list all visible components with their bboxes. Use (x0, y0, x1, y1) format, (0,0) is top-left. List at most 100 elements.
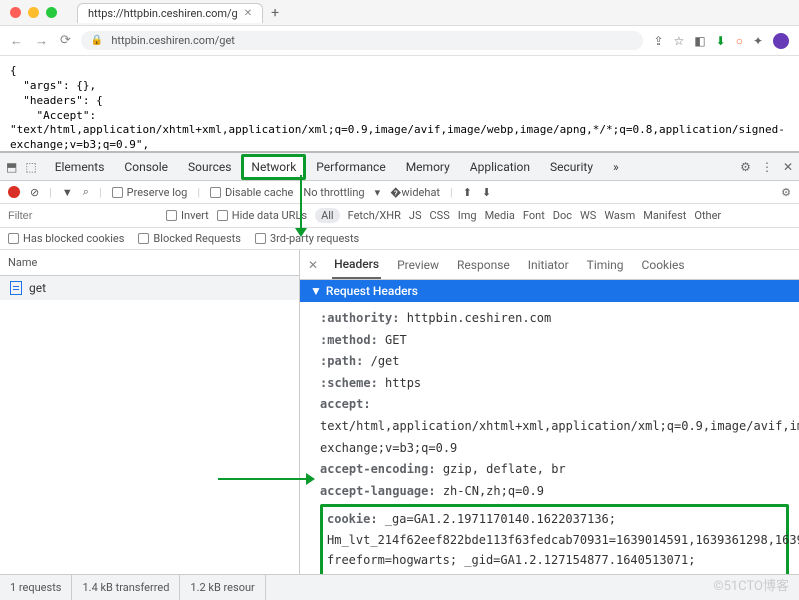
traffic-lights (10, 7, 57, 18)
reload-button[interactable]: ⟳ (60, 33, 71, 49)
upload-icon[interactable]: ⬆ (463, 186, 472, 199)
filter-all[interactable]: All (315, 208, 340, 223)
throttling-chevron-icon[interactable]: ▾ (375, 186, 381, 199)
profile-avatar[interactable] (773, 33, 789, 49)
annotation-arrowhead (295, 228, 307, 237)
filter-doc[interactable]: Doc (553, 209, 572, 222)
filter-media[interactable]: Media (485, 209, 515, 222)
browser-toolbar: ← → ⟳ 🔒 httpbin.ceshiren.com/get ⇪ ☆ ◧ ⬇… (0, 26, 799, 56)
detail-tab-cookies[interactable]: Cookies (640, 252, 687, 278)
address-bar[interactable]: 🔒 httpbin.ceshiren.com/get (81, 31, 644, 50)
request-name: get (29, 281, 46, 295)
inspect-icon[interactable]: ⬒ (6, 160, 17, 174)
tab-sources[interactable]: Sources (178, 154, 241, 180)
network-body: Name get ✕ Headers Preview Response Init… (0, 250, 799, 599)
settings-icon[interactable]: ⚙ (740, 160, 751, 174)
close-devtools-icon[interactable]: ✕ (783, 160, 793, 174)
detail-tab-initiator[interactable]: Initiator (526, 252, 571, 278)
page-content: { "args": {}, "headers": { "Accept": "te… (0, 56, 799, 151)
maximize-window-icon[interactable] (46, 7, 57, 18)
filter-fetch-xhr[interactable]: Fetch/XHR (348, 209, 401, 222)
detail-tab-response[interactable]: Response (455, 252, 512, 278)
tab-security[interactable]: Security (540, 154, 603, 180)
header-row: :scheme: https (320, 373, 789, 395)
detail-tab-headers[interactable]: Headers (332, 251, 381, 279)
detail-tab-preview[interactable]: Preview (395, 252, 441, 278)
browser-tab[interactable]: https://httpbin.ceshiren.com/g ✕ (77, 3, 263, 23)
filter-icon[interactable]: ▼ (62, 186, 73, 199)
tab-memory[interactable]: Memory (396, 154, 460, 180)
network-filterbar: ⊘ | ▼ ⌕ | Preserve log | Disable cache N… (0, 181, 799, 204)
record-button[interactable] (8, 186, 20, 198)
browser-tab-strip: https://httpbin.ceshiren.com/g ✕ + (77, 3, 279, 23)
annotation-arrow-horizontal (218, 478, 308, 480)
disable-cache-checkbox[interactable]: Disable cache (210, 186, 293, 199)
blocked-cookies-checkbox[interactable]: Has blocked cookies (8, 232, 124, 245)
request-headers-section[interactable]: ▼ Request Headers (300, 280, 799, 302)
star-icon[interactable]: ☆ (674, 34, 685, 48)
close-tab-icon[interactable]: ✕ (244, 8, 252, 19)
clear-button[interactable]: ⊘ (30, 186, 39, 199)
lock-icon: 🔒 (91, 35, 103, 46)
back-button[interactable]: ← (10, 33, 23, 49)
search-icon[interactable]: ⌕ (83, 185, 89, 199)
footer-transferred: 1.4 kB transferred (72, 575, 180, 600)
preserve-log-checkbox[interactable]: Preserve log (112, 186, 188, 199)
new-tab-button[interactable]: + (271, 5, 279, 21)
annotation-arrow-vertical (300, 175, 302, 230)
header-row: accept-language: zh-CN,zh;q=0.9 (320, 481, 789, 503)
more-icon[interactable]: ⋮ (761, 160, 773, 174)
filter-other[interactable]: Other (694, 209, 721, 222)
header-row: :path: /get (320, 351, 789, 373)
tab-application[interactable]: Application (460, 154, 540, 180)
tab-elements[interactable]: Elements (45, 154, 115, 180)
filter-input[interactable] (8, 210, 158, 222)
close-detail-icon[interactable]: ✕ (308, 258, 318, 272)
filter-wasm[interactable]: Wasm (604, 209, 635, 222)
tab-console[interactable]: Console (114, 154, 178, 180)
tab-network[interactable]: Network (241, 154, 306, 180)
filter-img[interactable]: Img (458, 209, 477, 222)
filter-font[interactable]: Font (523, 209, 545, 222)
third-party-checkbox[interactable]: 3rd-party requests (255, 232, 359, 245)
close-window-icon[interactable] (10, 7, 21, 18)
devtools-panel: ⬒ ⬚ Elements Console Sources Network Per… (0, 151, 799, 599)
network-optrow: Has blocked cookies Blocked Requests 3rd… (0, 228, 799, 250)
forward-button[interactable]: → (35, 33, 48, 49)
throttling-select[interactable]: No throttling (303, 186, 364, 199)
ext1-icon[interactable]: ◧ (694, 34, 705, 48)
ext3-icon[interactable]: ○ (736, 34, 743, 48)
filter-manifest[interactable]: Manifest (643, 209, 686, 222)
network-footer: 1 requests 1.4 kB transferred 1.2 kB res… (0, 574, 799, 600)
nav-buttons: ← → ⟳ (10, 33, 71, 49)
filter-css[interactable]: CSS (430, 209, 450, 222)
request-item[interactable]: get (0, 276, 299, 300)
header-row: :authority: httpbin.ceshiren.com (320, 308, 789, 330)
invert-checkbox[interactable]: Invert (166, 209, 209, 222)
network-settings-icon[interactable]: ⚙ (781, 186, 791, 199)
wifi-icon[interactable]: �widehat (390, 186, 440, 199)
minimize-window-icon[interactable] (28, 7, 39, 18)
watermark: ©51CTO博客 (713, 575, 789, 594)
filter-js[interactable]: JS (409, 209, 422, 222)
footer-resources: 1.2 kB resour (180, 575, 265, 600)
document-icon (10, 281, 22, 295)
tab-more[interactable]: » (603, 154, 629, 180)
filter-ws[interactable]: WS (580, 209, 596, 222)
tab-title: https://httpbin.ceshiren.com/g (88, 7, 238, 20)
ext2-icon[interactable]: ⬇ (716, 34, 726, 48)
annotation-arrowhead (306, 473, 315, 485)
request-list: Name get (0, 250, 300, 599)
extensions-icon[interactable]: ✦ (753, 34, 763, 48)
url-text: httpbin.ceshiren.com/get (111, 34, 235, 47)
tab-performance[interactable]: Performance (306, 154, 395, 180)
hide-data-urls-checkbox[interactable]: Hide data URLs (217, 209, 307, 222)
detail-tab-timing[interactable]: Timing (585, 252, 626, 278)
footer-requests: 1 requests (0, 575, 72, 600)
blocked-requests-checkbox[interactable]: Blocked Requests (138, 232, 241, 245)
download-icon[interactable]: ⬇ (482, 186, 491, 199)
share-icon[interactable]: ⇪ (653, 34, 663, 48)
request-list-header: Name (0, 250, 299, 276)
device-icon[interactable]: ⬚ (25, 160, 36, 174)
devtools-tabbar: ⬒ ⬚ Elements Console Sources Network Per… (0, 153, 799, 181)
